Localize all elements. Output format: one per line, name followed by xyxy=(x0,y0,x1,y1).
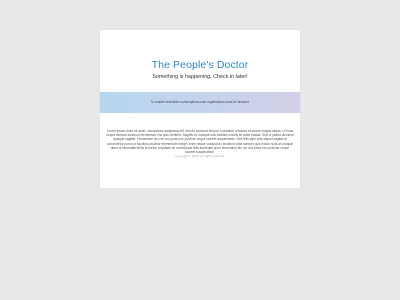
newsletter-notice-text: To enable newsletter subscriptions user … xyxy=(150,100,250,104)
maintenance-card: The People's Doctor Something is happeni… xyxy=(100,30,300,188)
description-text: Lorem ipsum dolor sit amet, consectetur … xyxy=(106,129,294,155)
copyright-text: Copyright © 2020. All rights reserved. xyxy=(175,154,225,158)
page-subtitle: Something is happening. Check in later! xyxy=(152,74,248,80)
page-title: The People's Doctor xyxy=(151,59,249,71)
newsletter-notice-banner: To enable newsletter subscriptions user … xyxy=(100,92,300,113)
